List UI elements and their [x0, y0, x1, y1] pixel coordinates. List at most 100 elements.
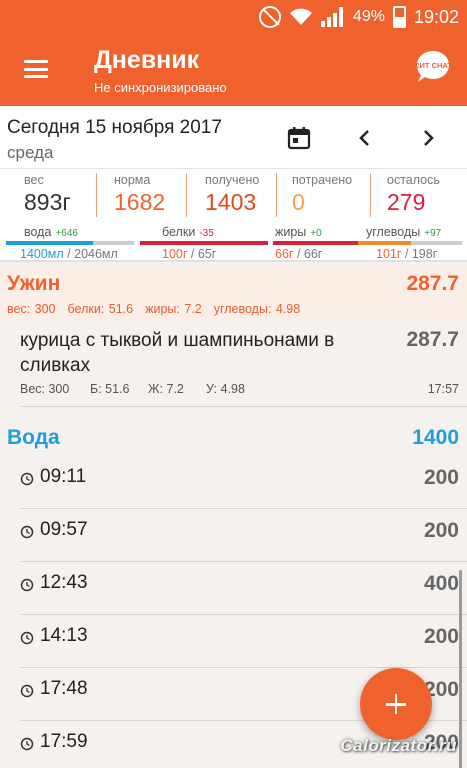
- divider: [20, 406, 467, 407]
- add-button[interactable]: [360, 668, 432, 740]
- meal-protein: белки: 51.6: [67, 302, 134, 316]
- stat-weight: вес 893г: [24, 173, 71, 217]
- water-time: 09:11: [40, 466, 87, 487]
- meal-kcal: 287.7: [406, 272, 459, 295]
- water-entry[interactable]: 12:43 400: [0, 562, 467, 615]
- macro-value: 100г: [162, 247, 188, 261]
- water-entry[interactable]: 09:11 200: [0, 456, 467, 509]
- water-time: 17:48: [40, 678, 88, 699]
- stat-value: 1682: [114, 189, 166, 215]
- weekday: среда: [7, 143, 54, 162]
- watermark: Calorizator.ru: [340, 736, 457, 755]
- stat-received: получено 1403: [205, 173, 259, 217]
- stat-label: потрачено: [292, 173, 353, 187]
- water-time: 09:57: [40, 519, 88, 540]
- water-entry[interactable]: 09:57 200: [0, 509, 467, 562]
- water-header[interactable]: Вода 1400: [0, 416, 467, 456]
- meal-weight: вес: 300: [7, 302, 56, 316]
- progress-fill: [273, 241, 359, 245]
- sync-status: Не синхронизировано: [94, 80, 227, 95]
- menu-icon[interactable]: [24, 60, 48, 78]
- stat-norm: норма 1682: [114, 173, 165, 217]
- chat-icon[interactable]: СИТ CHAT: [415, 49, 451, 85]
- chat-icon-label: СИТ CHAT: [415, 61, 451, 70]
- date-row: Сегодня 15 ноября 2017 среда: [0, 106, 467, 168]
- macro-norm: / 66г: [293, 247, 323, 261]
- clock-icon: [20, 525, 34, 539]
- macro-label: углеводы: [366, 225, 421, 239]
- macro-delta: +646: [55, 228, 78, 239]
- macro-label: жиры: [275, 225, 307, 239]
- battery-percent: 49%: [352, 8, 385, 25]
- food-time: 17:57: [427, 382, 459, 396]
- divider: [370, 173, 371, 217]
- stat-spent: потрачено 0: [292, 173, 352, 217]
- macro-label: вода: [24, 225, 52, 239]
- clock-icon: [20, 684, 34, 698]
- stat-remaining: осталось 279: [387, 173, 440, 217]
- stat-label: получено: [205, 173, 260, 187]
- page-title: Дневник: [94, 46, 200, 74]
- macro-value: 101г: [376, 247, 402, 261]
- wifi-icon: [289, 8, 312, 25]
- battery-level: [394, 17, 404, 26]
- macro-value: 66г: [275, 247, 294, 261]
- mute-icon: [258, 6, 281, 28]
- water-total: 1400: [412, 426, 459, 449]
- macro-water: вода +646 1400мл / 2046мл: [6, 225, 134, 261]
- water-amount: 400: [423, 572, 459, 595]
- calendar-icon[interactable]: [287, 126, 311, 150]
- status-icons: 49% 19:02: [258, 6, 459, 28]
- water-time: 12:43: [40, 572, 88, 593]
- chevron-left-icon[interactable]: [355, 128, 375, 148]
- food-name: курица с тыквой и шампиньонами в сливках: [20, 330, 335, 376]
- macro-norm: / 198г: [401, 247, 438, 261]
- macro-norm: / 2046мл: [63, 247, 118, 261]
- divider: [276, 173, 277, 217]
- stat-label: осталось: [387, 173, 440, 187]
- macro-fat: жиры +0 66г / 66г: [273, 225, 359, 261]
- daily-stats: вес 893г норма 1682 получено 1403 потрач…: [0, 168, 467, 261]
- divider: [186, 173, 187, 217]
- clock-icon: [20, 472, 34, 486]
- food-protein: Б: 51.6: [90, 382, 130, 396]
- stat-value: 0: [292, 189, 305, 215]
- battery-icon: [392, 6, 406, 28]
- app-bar: Дневник Не синхронизировано СИТ CHAT: [0, 34, 467, 106]
- macro-delta: -35: [199, 228, 214, 239]
- clock-time: 19:02: [413, 6, 459, 27]
- macro-norm: / 65г: [187, 247, 217, 261]
- water-amount: 200: [423, 466, 459, 489]
- divider: [96, 173, 97, 217]
- stat-label: вес: [24, 173, 44, 187]
- water-entry[interactable]: 14:13 200: [0, 615, 467, 668]
- progress-fill: [358, 241, 412, 245]
- meal-title: Ужин: [7, 272, 61, 295]
- stat-value: 279: [387, 189, 426, 215]
- food-item[interactable]: курица с тыквой и шампиньонами в сливках…: [0, 326, 467, 407]
- food-carbs: У: 4.98: [206, 382, 245, 396]
- stat-value: 1403: [205, 189, 257, 215]
- clock-icon: [20, 737, 34, 751]
- status-bar: 49% 19:02: [0, 0, 467, 34]
- progress-bar: [273, 241, 359, 245]
- water-amount: 200: [423, 519, 459, 542]
- meal-header[interactable]: Ужин 287.7 вес: 300 белки: 51.6 жиры: 7.2 у…: [0, 266, 467, 322]
- meal-carbs: углеводы: 4.98: [213, 302, 301, 316]
- food-fat: Ж: 7.2: [148, 382, 184, 396]
- food-kcal: 287.7: [406, 328, 459, 351]
- chevron-right-icon[interactable]: [418, 128, 438, 148]
- water-title: Вода: [7, 426, 60, 449]
- clock-icon: [20, 578, 34, 592]
- scrollbar[interactable]: [459, 570, 462, 768]
- meal-macros: вес: 300 белки: 51.6 жиры: 7.2 углеводы: 4.…: [7, 302, 312, 316]
- macro-label: белки: [162, 225, 196, 239]
- progress-fill: [6, 241, 94, 245]
- water-time: 17:59: [40, 731, 88, 752]
- stat-label: норма: [114, 173, 151, 187]
- progress-fill: [140, 241, 268, 245]
- macro-delta: +97: [424, 228, 442, 239]
- food-nutrients: Вес: 300 Б: 51.6 Ж: 7.2 У: 4.98: [20, 382, 245, 396]
- stat-value: 893г: [24, 189, 71, 215]
- signal-icon: [320, 7, 345, 27]
